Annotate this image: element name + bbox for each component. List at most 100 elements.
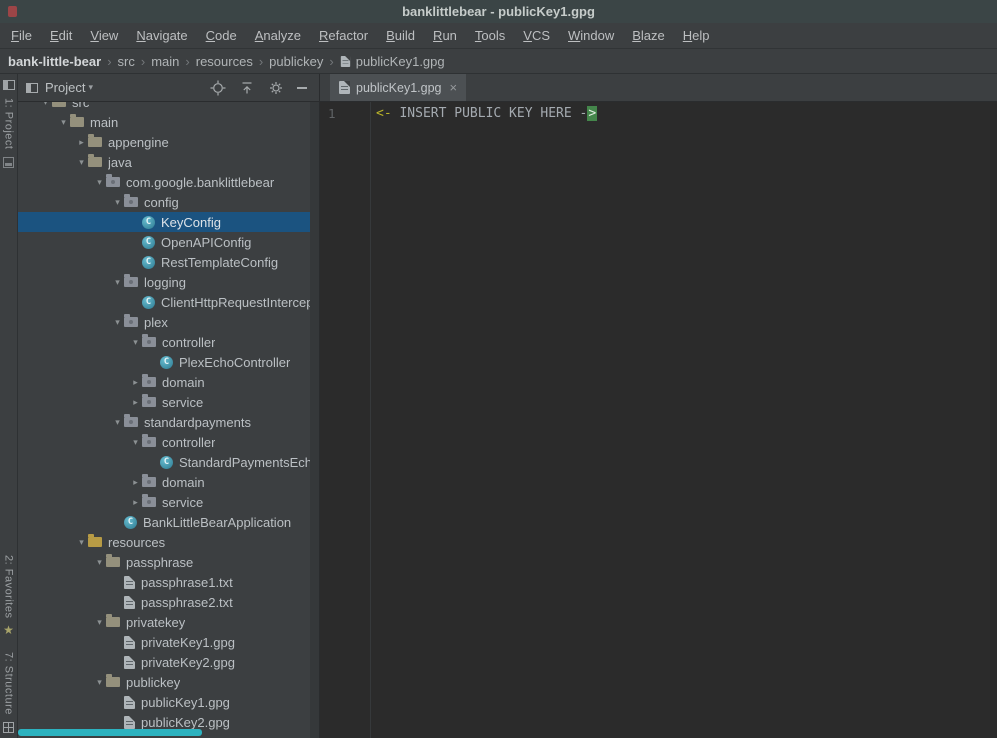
tree-row[interactable]: C ClientHttpRequestIntercep (18, 292, 319, 312)
expand-chevron-icon[interactable]: ▾ (129, 337, 142, 348)
tree-row[interactable]: passphrase2.txt (18, 592, 319, 612)
tab-publickey1-gpg[interactable]: publicKey1.gpg × (330, 74, 466, 101)
tree-item-label: publickey (126, 675, 180, 690)
tree-row[interactable]: privateKey2.gpg (18, 652, 319, 672)
tree-row[interactable]: ▾ publickey (18, 672, 319, 692)
tree-item-label: controller (162, 335, 215, 350)
breadcrumb-item-file[interactable]: publicKey1.gpg (356, 54, 445, 69)
tree-row[interactable]: C KeyConfig (18, 212, 319, 232)
menu-item-code[interactable]: Code (197, 23, 246, 48)
tree-row[interactable]: ▾ src (18, 102, 319, 112)
tool-strip-project-button[interactable]: 1: Project (3, 98, 15, 149)
menu-item-window[interactable]: Window (559, 23, 623, 48)
expand-chevron-icon[interactable]: ▸ (129, 377, 142, 388)
tree-horizontal-scrollbar-thumb[interactable] (18, 729, 202, 736)
tree-row[interactable]: ▾ resources (18, 532, 319, 552)
tree-item-label: privateKey2.gpg (141, 655, 235, 670)
expand-chevron-icon[interactable]: ▾ (93, 617, 106, 628)
breadcrumb-item-resources[interactable]: resources (196, 54, 253, 69)
tree-row[interactable]: ▾ plex (18, 312, 319, 332)
tree-row[interactable]: ▸ domain (18, 472, 319, 492)
menu-item-refactor[interactable]: Refactor (310, 23, 377, 48)
tree-row[interactable]: C StandardPaymentsEch (18, 452, 319, 472)
expand-chevron-icon[interactable]: ▾ (93, 677, 106, 688)
expand-chevron-icon[interactable]: ▾ (111, 197, 124, 208)
breadcrumb-item-main[interactable]: main (151, 54, 179, 69)
expand-chevron-icon[interactable]: ▾ (39, 102, 52, 108)
expand-chevron-icon[interactable]: ▸ (75, 137, 88, 148)
tree-row[interactable]: privateKey1.gpg (18, 632, 319, 652)
tree-row[interactable]: ▾ controller (18, 332, 319, 352)
expand-chevron-icon[interactable]: ▾ (57, 117, 70, 128)
package-icon (106, 177, 120, 187)
menu-item-help[interactable]: Help (674, 23, 719, 48)
tree-row[interactable]: C PlexEchoController (18, 352, 319, 372)
expand-chevron-icon[interactable]: ▾ (93, 177, 106, 188)
collapse-all-icon[interactable] (239, 80, 255, 96)
file-icon (124, 716, 135, 729)
close-tab-icon[interactable]: × (449, 81, 457, 94)
tree-row[interactable]: ▾ standardpayments (18, 412, 319, 432)
tree-row[interactable]: C OpenAPIConfig (18, 232, 319, 252)
tree-row[interactable]: ▾ java (18, 152, 319, 172)
tree-row[interactable]: ▾ main (18, 112, 319, 132)
package-icon (142, 437, 156, 447)
expand-chevron-icon[interactable]: ▾ (111, 277, 124, 288)
editor-code[interactable]: <- INSERT PUBLIC KEY HERE -> (371, 102, 997, 738)
project-tool-icon[interactable] (3, 157, 14, 168)
menu-item-edit[interactable]: Edit (41, 23, 81, 48)
dropdown-caret-icon[interactable]: ▾ (88, 82, 93, 93)
hide-panel-icon[interactable] (297, 87, 307, 89)
breadcrumb-item-src[interactable]: src (118, 54, 135, 69)
tree-row[interactable]: C RestTemplateConfig (18, 252, 319, 272)
breadcrumb-item-publickey[interactable]: publickey (269, 54, 323, 69)
settings-gear-icon[interactable] (268, 80, 284, 96)
tree-row[interactable]: ▾ privatekey (18, 612, 319, 632)
tree-row[interactable]: ▾ logging (18, 272, 319, 292)
tree-row[interactable]: ▸ appengine (18, 132, 319, 152)
tree-row[interactable]: publicKey1.gpg (18, 692, 319, 712)
expand-chevron-icon[interactable]: ▾ (93, 557, 106, 568)
tree-item-label: logging (144, 275, 186, 290)
menu-item-analyze[interactable]: Analyze (246, 23, 310, 48)
resources-icon (88, 537, 102, 547)
expand-chevron-icon[interactable]: ▸ (129, 497, 142, 508)
menu-item-blaze[interactable]: Blaze (623, 23, 674, 48)
package-icon (124, 417, 138, 427)
tree-row[interactable]: ▸ service (18, 492, 319, 512)
star-icon[interactable]: ★ (3, 624, 14, 636)
tool-strip-structure-button[interactable]: 7: Structure (3, 652, 15, 715)
structure-icon[interactable] (3, 722, 14, 733)
menu-item-view[interactable]: View (81, 23, 127, 48)
tree-row[interactable]: ▾ controller (18, 432, 319, 452)
menu-item-file[interactable]: File (2, 23, 41, 48)
menu-item-tools[interactable]: Tools (466, 23, 514, 48)
tree-row[interactable]: ▾ passphrase (18, 552, 319, 572)
expand-chevron-icon[interactable]: ▾ (75, 537, 88, 548)
tree-row[interactable]: ▸ domain (18, 372, 319, 392)
tree-row[interactable]: ▾ com.google.banklittlebear (18, 172, 319, 192)
expand-chevron-icon[interactable]: ▸ (129, 477, 142, 488)
menu-item-build[interactable]: Build (377, 23, 424, 48)
tree-row[interactable]: ▾ config (18, 192, 319, 212)
window-title-bar: banklittlebear - publicKey1.gpg (0, 0, 997, 23)
tree-row[interactable]: passphrase1.txt (18, 572, 319, 592)
tree-row[interactable]: ▸ service (18, 392, 319, 412)
locate-file-icon[interactable] (210, 80, 226, 96)
expand-chevron-icon[interactable]: ▾ (129, 437, 142, 448)
menu-item-vcs[interactable]: VCS (514, 23, 559, 48)
top-band: Project ▾ (18, 74, 997, 102)
expand-chevron-icon[interactable]: ▸ (129, 397, 142, 408)
project-panel-title[interactable]: Project (45, 80, 85, 95)
menu-item-run[interactable]: Run (424, 23, 466, 48)
expand-chevron-icon[interactable]: ▾ (111, 317, 124, 328)
tree-row[interactable]: C BankLittleBearApplication (18, 512, 319, 532)
tool-window-icon[interactable] (3, 80, 15, 90)
code-line-1[interactable]: <- INSERT PUBLIC KEY HERE -> (376, 105, 997, 123)
breadcrumb-item-project[interactable]: bank-little-bear (8, 54, 101, 69)
tool-strip-favorites-button[interactable]: 2: Favorites (3, 555, 15, 618)
expand-chevron-icon[interactable]: ▾ (111, 417, 124, 428)
folder-icon (106, 617, 120, 627)
menu-item-navigate[interactable]: Navigate (127, 23, 196, 48)
expand-chevron-icon[interactable]: ▾ (75, 157, 88, 168)
